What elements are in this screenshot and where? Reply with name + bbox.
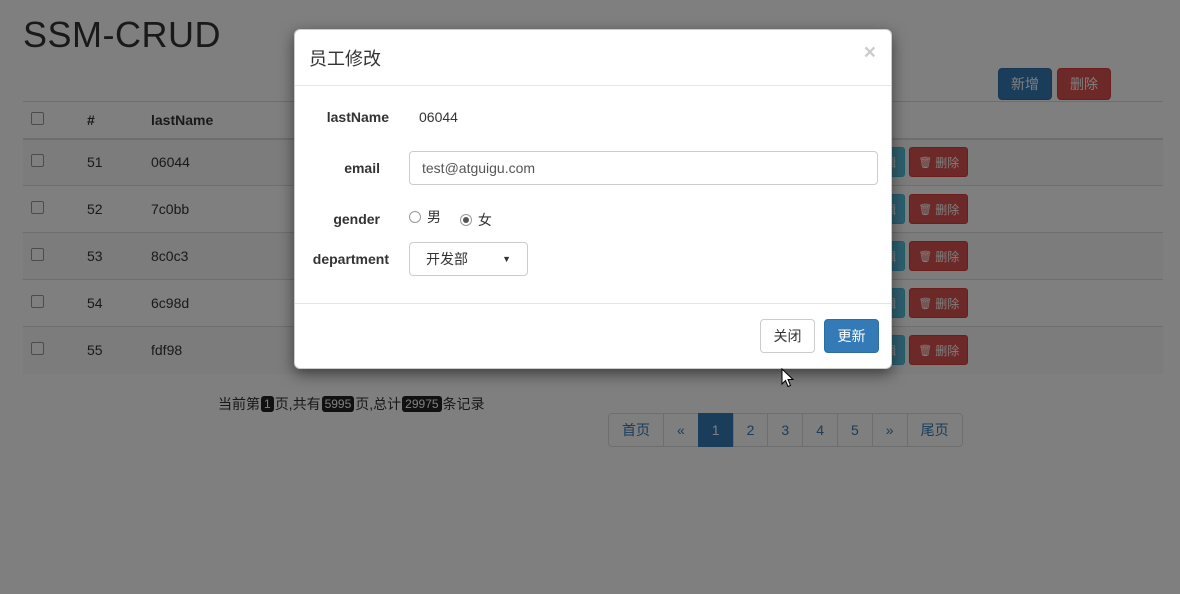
gender-male-label: 男 — [427, 209, 441, 225]
close-icon[interactable]: × — [864, 42, 876, 63]
department-label: department — [312, 251, 389, 267]
employee-edit-modal: 员工修改 × lastName 06044 email test@atguigu… — [294, 29, 892, 369]
gender-female-label: 女 — [477, 212, 492, 228]
gender-label: gender — [333, 210, 380, 227]
lastname-static-value: 06044 — [419, 109, 458, 125]
gender-radio-group: 男 女 — [409, 207, 507, 230]
gender-male-radio[interactable] — [409, 211, 421, 223]
lastname-row: lastName 06044 — [295, 109, 891, 125]
close-button[interactable]: 关闭 — [760, 319, 815, 353]
gender-female-radio[interactable] — [459, 214, 472, 226]
gender-option-male[interactable]: 男 — [409, 207, 441, 227]
modal-title: 员工修改 — [309, 49, 381, 69]
department-select[interactable]: 开发部 ▼ — [409, 242, 528, 276]
email-input[interactable]: test@atguigu.com — [409, 151, 878, 185]
mouse-cursor-icon — [781, 368, 795, 388]
gender-row: gender 男 女 — [295, 207, 891, 230]
modal-footer: 关闭 更新 — [295, 303, 891, 368]
update-button[interactable]: 更新 — [824, 319, 879, 353]
department-selected-value: 开发部 — [426, 251, 468, 267]
email-row: email test@atguigu.com — [295, 151, 891, 185]
lastname-label: lastName — [326, 109, 389, 125]
email-label: email — [344, 160, 380, 176]
department-row: department 开发部 ▼ — [295, 242, 891, 276]
modal-body: lastName 06044 email test@atguigu.com ge… — [295, 86, 891, 305]
modal-header: 员工修改 × — [295, 30, 891, 86]
gender-option-female[interactable]: 女 — [459, 210, 492, 230]
caret-down-icon: ▼ — [502, 254, 511, 264]
